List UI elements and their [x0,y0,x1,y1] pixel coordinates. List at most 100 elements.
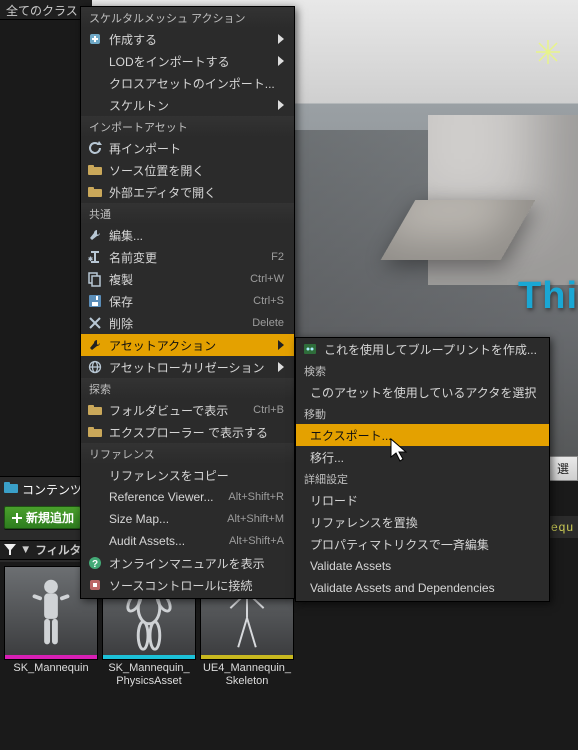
menu-item[interactable]: 移行... [296,446,549,468]
folder-icon [4,482,18,497]
submenu-arrow-icon [278,362,284,372]
menu-item[interactable]: リロード [296,489,549,511]
help-icon: ? [87,556,103,570]
menu-item[interactable]: プロパティマトリクスで一斉編集 [296,533,549,555]
svg-text:✱: ✱ [88,256,93,263]
menu-item[interactable]: Validate Assets and Dependencies [296,577,549,599]
menu-section-header: リファレンス [81,443,294,464]
menu-item[interactable]: リファレンスを置換 [296,511,549,533]
menu-item-label: これを使用してブループリントを作成... [324,341,539,358]
menu-shortcut: F2 [271,251,284,263]
menu-item-label: ソースコントロールに接続 [109,577,284,594]
menu-item[interactable]: 保存 Ctrl+S [81,290,294,312]
menu-item-label: 削除 [109,315,246,332]
menu-shortcut: Alt+Shift+M [227,513,284,525]
scc-icon [87,578,103,592]
add-new-label: 新規追加 [26,509,74,526]
asset-label: SK_Mannequin_ PhysicsAsset [108,662,189,688]
wrench-icon [87,338,103,352]
menu-item[interactable]: 複製Ctrl+W [81,268,294,290]
menu-section-header: 共通 [81,203,294,224]
menu-item[interactable]: LODをインポートする [81,50,294,72]
menu-item[interactable]: Reference Viewer...Alt+Shift+R [81,486,294,508]
select-button[interactable]: 選 [548,456,578,481]
asset-context-menu: スケルタルメッシュ アクション作成する LODをインポートするクロスアセットのイン… [80,6,295,599]
menu-item[interactable]: ソースコントロールに接続 [81,574,294,596]
folder-icon [87,426,103,438]
menu-item-label: フォルダビューで表示 [109,402,247,419]
menu-item[interactable]: 再インポート [81,137,294,159]
rename-icon: ✱ [87,250,103,264]
menu-item[interactable]: ? オンラインマニュアルを表示 [81,552,294,574]
menu-item-label: リファレンスをコピー [109,467,284,484]
folder-icon [87,186,103,198]
svg-text:?: ? [92,559,98,570]
menu-item[interactable]: アセットローカリゼーション [81,356,294,378]
class-breadcrumb-label: 全てのクラス [6,4,78,18]
menu-item-label: Reference Viewer... [109,490,222,504]
menu-item[interactable]: クロスアセットのインポート... [81,72,294,94]
menu-item-label: 外部エディタで開く [109,184,284,201]
menu-item-label: エクスポート... [310,427,539,444]
menu-item-label: 作成する [109,31,272,48]
menu-section-header: 検索 [296,360,549,381]
menu-item[interactable]: フォルダビューで表示 Ctrl+B [81,399,294,421]
menu-item-label: Validate Assets and Dependencies [310,581,539,595]
menu-item-label: 編集... [109,227,284,244]
contents-breadcrumb[interactable]: コンテンツ [0,477,90,502]
wrench-icon [87,228,103,242]
menu-item[interactable]: エクスポート... [296,424,549,446]
asset-action-submenu: これを使用してブループリントを作成... 検索このアセットを使用しているアクタを選… [295,337,550,602]
menu-item[interactable]: スケルトン [81,94,294,116]
menu-shortcut: Delete [252,317,284,329]
folder-icon [87,404,103,416]
add-new-button[interactable]: 新規追加 [4,506,81,529]
submenu-arrow-icon [278,100,284,110]
menu-item-label: クロスアセットのインポート... [109,75,284,92]
folder-icon [87,164,103,176]
menu-item-label: アセットアクション [109,337,272,354]
menu-item-label: 再インポート [109,140,284,157]
menu-section-header: スケルタルメッシュ アクション [81,7,294,28]
menu-item-label: ソース位置を開く [109,162,284,179]
menu-item-label: 複製 [109,271,244,288]
menu-item[interactable]: 削除 Delete [81,312,294,334]
menu-item[interactable]: アセットアクション [81,334,294,356]
menu-item[interactable]: これを使用してブループリントを作成... [296,338,549,360]
menu-item-label: リファレンスを置換 [310,514,539,531]
menu-shortcut: Ctrl+S [253,295,284,307]
menu-item[interactable]: ✱名前変更F2 [81,246,294,268]
menu-item-label: 移行... [310,449,539,466]
menu-item[interactable]: Validate Assets [296,555,549,577]
class-breadcrumb[interactable]: 全てのクラス [0,0,92,20]
asset-label: SK_Mannequin [13,662,88,675]
save-icon [87,294,103,308]
filter-icon [4,543,16,558]
filter-label: フィルタ [35,542,81,558]
menu-item[interactable]: ソース位置を開く [81,159,294,181]
menu-item[interactable]: エクスプローラー で表示する [81,421,294,443]
menu-item-label: エクスプローラー で表示する [109,424,284,441]
menu-item[interactable]: 編集... [81,224,294,246]
submenu-arrow-icon [278,340,284,350]
menu-shortcut: Alt+Shift+A [229,535,284,547]
menu-item[interactable]: Audit Assets...Alt+Shift+A [81,530,294,552]
menu-item-label: LODをインポートする [109,53,272,70]
delete-icon [87,316,103,330]
duplicate-icon [87,272,103,286]
menu-item[interactable]: 外部エディタで開く [81,181,294,203]
menu-item[interactable]: リファレンスをコピー [81,464,294,486]
menu-section-header: 探索 [81,378,294,399]
menu-item-label: オンラインマニュアルを表示 [109,555,284,572]
menu-item-label: Validate Assets [310,559,539,573]
menu-item[interactable]: 作成する [81,28,294,50]
menu-shortcut: Ctrl+B [253,404,284,416]
menu-item-label: リロード [310,492,539,509]
menu-section-header: 詳細設定 [296,468,549,489]
menu-item[interactable]: Size Map... Alt+Shift+M [81,508,294,530]
light-gizmo-icon [536,40,560,64]
menu-item-label: 保存 [109,293,247,310]
menu-item-label: スケルトン [109,97,272,114]
menu-item[interactable]: このアセットを使用しているアクタを選択 [296,381,549,403]
menu-item-label: Size Map... [109,512,221,526]
